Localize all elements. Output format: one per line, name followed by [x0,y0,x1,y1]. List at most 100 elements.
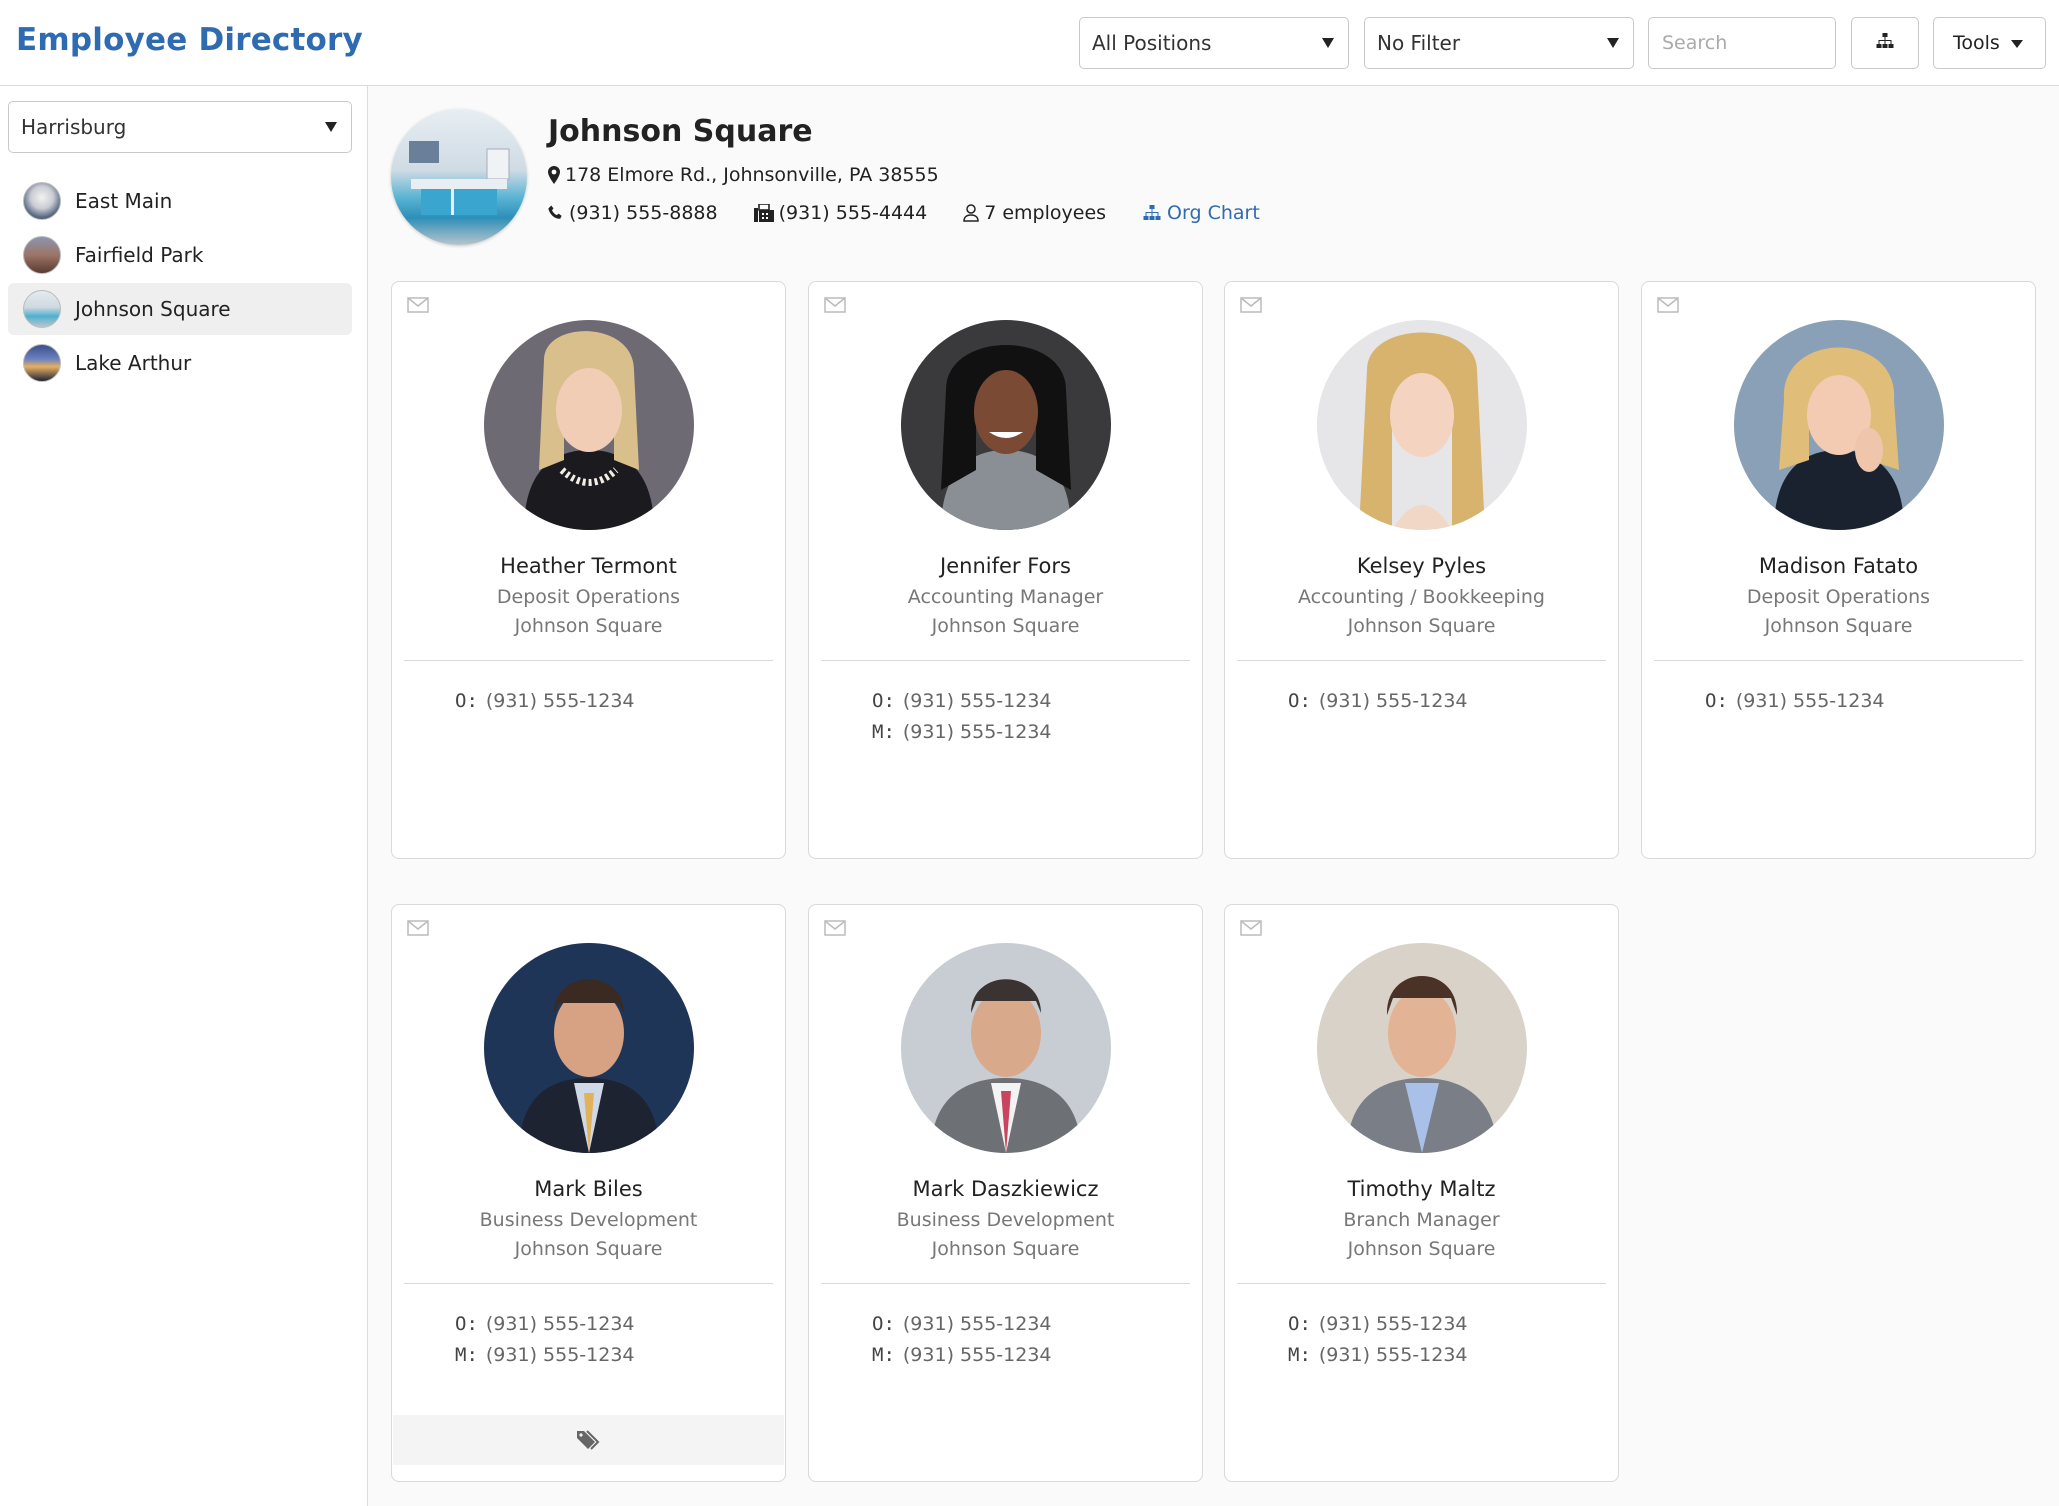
envelope-icon[interactable] [824,297,846,313]
sidebar-item-label: Johnson Square [75,297,231,321]
sidebar-item-label: Lake Arthur [75,351,192,375]
office-phone-label: O: [1288,690,1311,712]
secondary-filter-select[interactable]: No Filter [1364,17,1634,69]
sidebar-item-label: Fairfield Park [75,243,204,267]
office-phone-number: (931) 555-1234 [902,1313,1052,1335]
employee-name[interactable]: Timothy Maltz [1225,1177,1618,1201]
tags-bar[interactable] [393,1415,784,1465]
caret-down-icon [1322,38,1334,48]
office-phone-label: O: [1705,690,1728,712]
location-photo-art [409,141,510,215]
mobile-phone[interactable]: M: (931) 555-1234 [872,1344,1052,1366]
mobile-phone-number: (931) 555-1234 [902,721,1052,743]
branch-thumbnail [23,290,61,328]
employee-photo [484,943,694,1153]
caret-down-icon [325,122,337,132]
search-input[interactable] [1648,17,1836,69]
office-phone-label: O: [872,1313,895,1335]
office-phone[interactable]: O: (931) 555-1234 [1705,690,1885,712]
mobile-phone-label: M: [1288,1344,1311,1366]
office-phone-label: O: [872,690,895,712]
employee-name[interactable]: Mark Biles [392,1177,785,1201]
mobile-phone-label: M: [872,1344,895,1366]
office-phone[interactable]: O: (931) 555-1234 [455,690,635,712]
sitemap-icon [1143,205,1161,220]
mobile-phone-number: (931) 555-1234 [902,1344,1052,1366]
envelope-icon[interactable] [407,297,429,313]
employee-name[interactable]: Kelsey Pyles [1225,554,1618,578]
envelope-icon[interactable] [1657,297,1679,313]
sidebar-item-east-main[interactable]: East Main [8,175,352,227]
card-divider [404,660,773,661]
envelope-icon[interactable] [1240,297,1262,313]
employee-card[interactable]: Mark Daszkiewicz Business Development Jo… [808,904,1203,1482]
employee-photo [1734,320,1944,530]
location-name: Johnson Square [548,114,813,149]
mobile-phone[interactable]: M: (931) 555-1234 [1288,1344,1468,1366]
employee-card[interactable]: Timothy Maltz Branch Manager Johnson Squ… [1224,904,1619,1482]
positions-filter-value: All Positions [1092,31,1212,55]
location-fax-text: (931) 555-4444 [778,202,928,224]
card-divider [1237,1283,1606,1284]
envelope-icon[interactable] [824,920,846,936]
tools-label: Tools [1953,32,2000,54]
office-phone[interactable]: O: (931) 555-1234 [455,1313,635,1335]
region-select[interactable]: Harrisburg [8,101,352,153]
employee-count-text: 7 employees [984,202,1107,224]
sidebar-item-lake-arthur[interactable]: Lake Arthur [8,337,352,389]
employee-branch: Johnson Square [1764,615,1913,637]
mobile-phone[interactable]: M: (931) 555-1234 [455,1344,635,1366]
envelope-icon[interactable] [1240,920,1262,936]
office-phone[interactable]: O: (931) 555-1234 [872,690,1052,712]
office-phone[interactable]: O: (931) 555-1234 [1288,1313,1468,1335]
branch-thumbnail [23,236,61,274]
positions-filter-select[interactable]: All Positions [1079,17,1349,69]
employee-title: Accounting / Bookkeeping [1297,586,1545,608]
employee-name[interactable]: Mark Daszkiewicz [809,1177,1202,1201]
location-photo [391,109,527,245]
employee-branch: Johnson Square [1347,1238,1496,1260]
employee-photo [1317,943,1527,1153]
employee-card[interactable]: Kelsey Pyles Accounting / Bookkeeping Jo… [1224,281,1619,859]
employee-card[interactable]: Heather Termont Deposit Operations Johns… [391,281,786,859]
office-phone-number: (931) 555-1234 [902,690,1052,712]
sidebar-item-johnson-square[interactable]: Johnson Square [8,283,352,335]
employee-branch: Johnson Square [514,615,663,637]
employee-card[interactable]: Jennifer Fors Accounting Manager Johnson… [808,281,1203,859]
employee-branch: Johnson Square [1347,615,1496,637]
org-chart-link[interactable]: Org Chart [1142,202,1260,224]
office-phone-number: (931) 555-1234 [1318,690,1468,712]
office-phone[interactable]: O: (931) 555-1234 [1288,690,1468,712]
office-phone-label: O: [455,690,478,712]
phone-icon [548,205,562,219]
employee-name[interactable]: Heather Termont [392,554,785,578]
employee-title: Branch Manager [1343,1209,1500,1231]
envelope-icon[interactable] [407,920,429,936]
office-phone-number: (931) 555-1234 [1735,690,1885,712]
office-phone-number: (931) 555-1234 [485,1313,635,1335]
location-address: 178 Elmore Rd., Johnsonville, PA 38555 [548,164,939,186]
org-chart-button[interactable] [1851,17,1919,69]
mobile-phone-label: M: [872,721,895,743]
employee-branch: Johnson Square [931,1238,1080,1260]
sidebar-item-label: East Main [75,189,173,213]
secondary-filter-value: No Filter [1377,31,1461,55]
mobile-phone-number: (931) 555-1234 [1318,1344,1468,1366]
sitemap-icon [1876,33,1894,48]
location-meta: (931) 555-8888 (931) 555-4444 7 employee… [548,202,1296,224]
location-phone[interactable]: (931) 555-8888 [548,202,718,224]
tools-button[interactable]: Tools [1933,17,2046,69]
employee-name[interactable]: Jennifer Fors [809,554,1202,578]
office-phone[interactable]: O: (931) 555-1234 [872,1313,1052,1335]
employee-name[interactable]: Madison Fatato [1642,554,2035,578]
mobile-phone[interactable]: M: (931) 555-1234 [872,721,1052,743]
card-divider [1237,660,1606,661]
employee-card[interactable]: Madison Fatato Deposit Operations Johnso… [1641,281,2036,859]
employee-title: Business Development [896,1209,1115,1231]
employee-card[interactable]: Mark Biles Business Development Johnson … [391,904,786,1482]
tag-icon[interactable] [576,1429,601,1451]
mobile-phone-number: (931) 555-1234 [485,1344,635,1366]
app-title: Employee Directory [16,22,363,58]
sidebar-item-fairfield-park[interactable]: Fairfield Park [8,229,352,281]
location-address-text: 178 Elmore Rd., Johnsonville, PA 38555 [565,164,939,186]
